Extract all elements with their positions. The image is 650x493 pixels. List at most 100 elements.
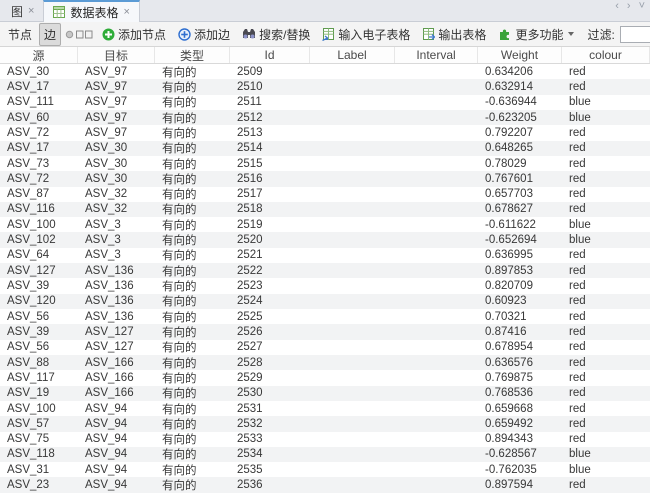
table-cell-target[interactable]: ASV_136 [78,278,155,293]
table-cell-colour[interactable]: red [562,324,650,339]
table-cell-interval[interactable] [395,294,478,309]
tab-graph-close-icon[interactable]: × [28,5,34,17]
table-cell-target[interactable]: ASV_136 [78,263,155,278]
tab-scroll-left-icon[interactable]: ‹ [615,1,619,12]
table-cell-label[interactable] [310,141,395,156]
table-cell-interval[interactable] [395,232,478,247]
table-cell-colour[interactable]: blue [562,95,650,110]
table-cell-source[interactable]: ASV_72 [0,125,78,140]
table-cell-target[interactable]: ASV_3 [78,232,155,247]
table-cell-interval[interactable] [395,95,478,110]
table-cell-type[interactable]: 有向的 [155,324,230,339]
table-cell-id[interactable]: 2532 [230,416,310,431]
table-cell-colour[interactable]: red [562,187,650,202]
tab-data-table[interactable]: 数据表格 × [43,0,140,22]
table-cell-weight[interactable]: 0.894343 [478,432,562,447]
table-cell-target[interactable]: ASV_166 [78,370,155,385]
column-header-colour[interactable]: colour [562,47,650,63]
table-cell-target[interactable]: ASV_136 [78,309,155,324]
table-cell-source[interactable]: ASV_87 [0,187,78,202]
table-cell-id[interactable]: 2533 [230,432,310,447]
table-cell-source[interactable]: ASV_75 [0,432,78,447]
table-cell-interval[interactable] [395,156,478,171]
tab-list-chevron-icon[interactable]: ˅ [639,1,645,12]
table-cell-label[interactable] [310,110,395,125]
table-cell-weight[interactable]: 0.636576 [478,355,562,370]
table-cell-type[interactable]: 有向的 [155,416,230,431]
table-cell-weight[interactable]: 0.767601 [478,171,562,186]
record-dot-icon[interactable] [65,30,74,39]
table-cell-colour[interactable]: red [562,263,650,278]
table-cell-type[interactable]: 有向的 [155,370,230,385]
table-cell-id[interactable]: 2513 [230,125,310,140]
table-cell-label[interactable] [310,416,395,431]
table-cell-type[interactable]: 有向的 [155,447,230,462]
table-cell-colour[interactable]: red [562,386,650,401]
columns-config-icon[interactable] [76,30,93,39]
table-cell-id[interactable]: 2522 [230,263,310,278]
table-cell-id[interactable]: 2523 [230,278,310,293]
table-cell-source[interactable]: ASV_72 [0,171,78,186]
table-cell-label[interactable] [310,294,395,309]
table-cell-label[interactable] [310,309,395,324]
table-cell-colour[interactable]: red [562,294,650,309]
table-cell-id[interactable]: 2529 [230,370,310,385]
table-cell-id[interactable]: 2512 [230,110,310,125]
table-cell-type[interactable]: 有向的 [155,125,230,140]
table-row[interactable]: ASV_100 ASV_3 有向的 2519 -0.611622 blue [0,217,650,232]
table-cell-label[interactable] [310,263,395,278]
table-cell-interval[interactable] [395,401,478,416]
table-cell-colour[interactable]: red [562,202,650,217]
table-cell-interval[interactable] [395,278,478,293]
table-cell-weight[interactable]: 0.659492 [478,416,562,431]
table-cell-target[interactable]: ASV_166 [78,355,155,370]
table-cell-type[interactable]: 有向的 [155,462,230,477]
table-cell-type[interactable]: 有向的 [155,294,230,309]
table-cell-target[interactable]: ASV_94 [78,462,155,477]
table-cell-weight[interactable]: 0.659668 [478,401,562,416]
table-cell-id[interactable]: 2511 [230,95,310,110]
table-cell-colour[interactable]: red [562,401,650,416]
table-cell-label[interactable] [310,462,395,477]
table-cell-source[interactable]: ASV_102 [0,232,78,247]
table-cell-type[interactable]: 有向的 [155,263,230,278]
table-cell-colour[interactable]: red [562,309,650,324]
table-cell-target[interactable]: ASV_94 [78,401,155,416]
table-row[interactable]: ASV_100 ASV_94 有向的 2531 0.659668 red [0,401,650,416]
table-cell-weight[interactable]: -0.628567 [478,447,562,462]
table-cell-id[interactable]: 2527 [230,340,310,355]
table-cell-colour[interactable]: red [562,156,650,171]
table-cell-colour[interactable]: blue [562,462,650,477]
table-cell-source[interactable]: ASV_31 [0,462,78,477]
table-cell-type[interactable]: 有向的 [155,386,230,401]
table-cell-weight[interactable]: 0.897853 [478,263,562,278]
table-cell-type[interactable]: 有向的 [155,432,230,447]
table-row[interactable]: ASV_127 ASV_136 有向的 2522 0.897853 red [0,263,650,279]
table-cell-id[interactable]: 2519 [230,217,310,232]
table-cell-label[interactable] [310,171,395,186]
table-row[interactable]: ASV_30 ASV_97 有向的 2509 0.634206 red [0,64,650,79]
table-row[interactable]: ASV_19 ASV_166 有向的 2530 0.768536 red [0,385,650,401]
table-cell-id[interactable]: 2524 [230,294,310,309]
table-cell-target[interactable]: ASV_30 [78,171,155,186]
tab-data-table-close-icon[interactable]: × [123,6,129,18]
table-cell-target[interactable]: ASV_94 [78,416,155,431]
table-cell-weight[interactable]: -0.652694 [478,232,562,247]
table-cell-type[interactable]: 有向的 [155,202,230,217]
table-cell-weight[interactable]: -0.611622 [478,217,562,232]
table-cell-target[interactable]: ASV_127 [78,340,155,355]
table-cell-type[interactable]: 有向的 [155,217,230,232]
table-cell-colour[interactable]: red [562,340,650,355]
table-row[interactable]: ASV_87 ASV_32 有向的 2517 0.657703 red [0,187,650,202]
table-cell-label[interactable] [310,355,395,370]
table-cell-weight[interactable]: 0.648265 [478,141,562,156]
table-cell-id[interactable]: 2535 [230,462,310,477]
table-cell-weight[interactable]: 0.78029 [478,156,562,171]
table-row[interactable]: ASV_88 ASV_166 有向的 2528 0.636576 red [0,354,650,371]
table-cell-target[interactable]: ASV_3 [78,248,155,263]
table-cell-label[interactable] [310,248,395,263]
table-cell-colour[interactable]: red [562,171,650,186]
table-cell-type[interactable]: 有向的 [155,95,230,110]
table-cell-source[interactable]: ASV_116 [0,202,78,217]
table-cell-colour[interactable]: red [562,477,650,492]
